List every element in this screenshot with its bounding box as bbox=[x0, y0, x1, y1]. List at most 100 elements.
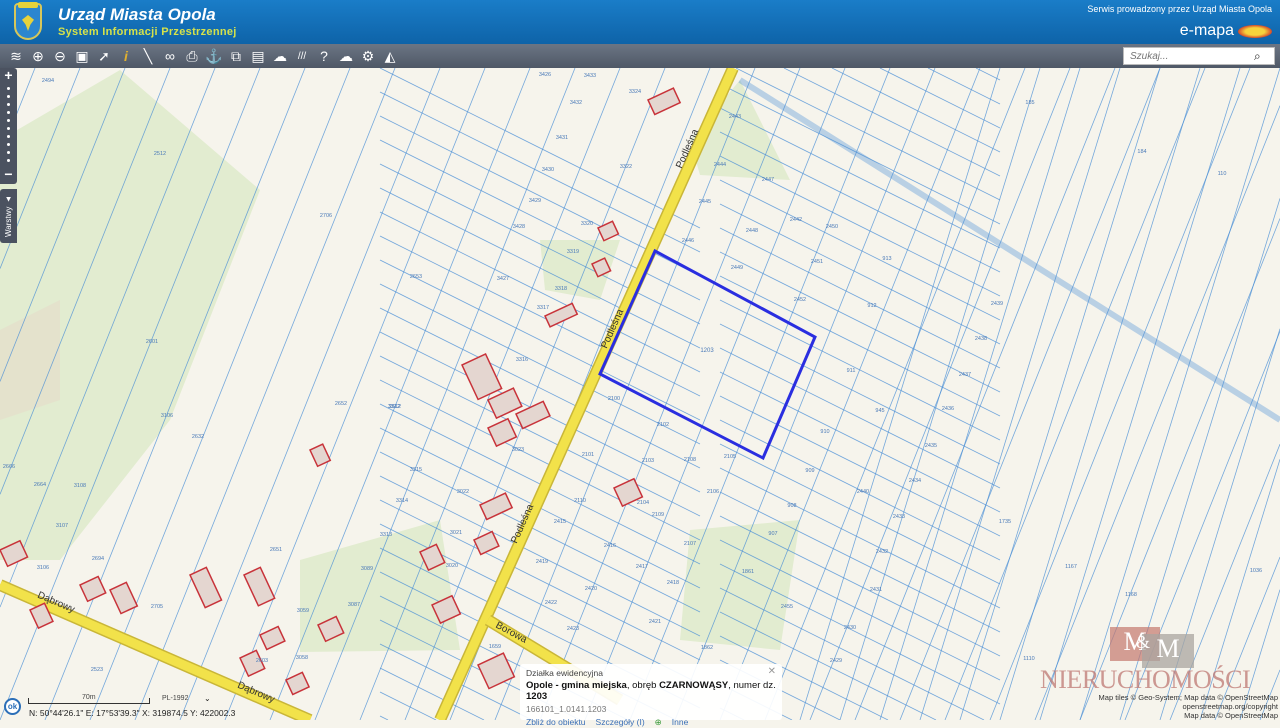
overlay-icon[interactable]: ⧉ bbox=[225, 45, 247, 67]
parcel-number-label: 2664 bbox=[34, 482, 46, 488]
app-subtitle: System Informacji Przestrzennej bbox=[58, 26, 237, 38]
layout-icon[interactable]: ▤ bbox=[247, 45, 269, 67]
parcel-number-label: 3320 bbox=[581, 221, 593, 227]
parcel-number-label: 945 bbox=[875, 408, 884, 414]
service-text: Serwis prowadzony przez Urząd Miasta Opo… bbox=[1087, 4, 1272, 14]
popup-close-icon[interactable]: ✕ bbox=[768, 666, 776, 677]
parcel-number-label: 2434 bbox=[909, 478, 921, 484]
zoom-slider[interactable]: + − bbox=[0, 68, 17, 184]
zoom-in-icon[interactable]: ⊕ bbox=[27, 45, 49, 67]
details-link[interactable]: Szczegóły (I) bbox=[596, 717, 645, 728]
parcel-number-label: 2601 bbox=[146, 339, 158, 345]
shape-icon[interactable]: ☁ bbox=[269, 45, 291, 67]
popup-parcel-description: Opole - gmina miejska, obręb CZARNOWĄSY,… bbox=[526, 680, 776, 702]
link-icon[interactable]: ∞ bbox=[159, 45, 181, 67]
parcel-number-label: 3317 bbox=[537, 305, 549, 311]
parcel-number-label: 910 bbox=[820, 429, 829, 435]
zoom-out-button[interactable]: − bbox=[0, 167, 17, 181]
parcel-number-label: 3315 bbox=[410, 467, 422, 473]
zoom-extent-icon[interactable]: ▣ bbox=[71, 45, 93, 67]
popup-heading: Działka ewidencyjna bbox=[526, 668, 604, 678]
toolbar: ≋ ⊕ ⊖ ▣ ➚ i ╲ ∞ ⎙ ⚓ ⧉ ▤ ☁///? ☁ ⚙ ◭ bbox=[0, 44, 1280, 68]
parcel-number-label: 2106 bbox=[707, 489, 719, 495]
parcel-number-label: 2451 bbox=[811, 259, 823, 265]
parcel-number-label: 2442 bbox=[790, 217, 802, 223]
parcel-number-label: 2415 bbox=[554, 519, 566, 525]
attribution-link[interactable]: openstreetmap.org/copyright bbox=[1099, 702, 1278, 711]
download-icon[interactable]: ⚓ bbox=[203, 45, 225, 67]
print-icon[interactable]: ⎙ bbox=[181, 45, 203, 67]
search-input[interactable] bbox=[1124, 50, 1254, 62]
ok-button[interactable]: ok bbox=[4, 698, 21, 715]
parcel-number-label: 185 bbox=[1025, 100, 1034, 106]
zoom-in-button[interactable]: + bbox=[0, 68, 17, 82]
parcel-number-label: 2417 bbox=[636, 564, 648, 570]
parcel-number-label: 2103 bbox=[642, 458, 654, 464]
watermark-text: NIERUCHOMOŚCI bbox=[1040, 665, 1251, 694]
parcel-number-label: 2437 bbox=[959, 372, 971, 378]
search-icon[interactable]: ⌕ bbox=[1254, 49, 1261, 64]
parcel-number-label: 2104 bbox=[637, 500, 649, 506]
parcel-number-label: 1659 bbox=[489, 644, 501, 650]
parcel-number-label: 1735 bbox=[999, 519, 1011, 525]
parcel-number-label: 1861 bbox=[742, 569, 754, 575]
parcel-number-label: 2439 bbox=[991, 301, 1003, 307]
scale-label: 70m bbox=[82, 694, 96, 701]
parcel-number-label: 2102 bbox=[657, 422, 669, 428]
select-arrow-icon[interactable]: ➚ bbox=[93, 45, 115, 67]
parcel-number-label: 2418 bbox=[667, 580, 679, 586]
search-box[interactable]: ⌕ bbox=[1123, 47, 1275, 65]
parcel-number-label: 2512 bbox=[154, 151, 166, 157]
parcel-number-label: 3059 bbox=[297, 608, 309, 614]
parcel-number-label: 2444 bbox=[714, 162, 726, 168]
parcel-number-label: 2101 bbox=[582, 452, 594, 458]
parcel-number-label: 2432 bbox=[876, 549, 888, 555]
parcel-number-label: 3108 bbox=[74, 483, 86, 489]
parcel-number-label: 3318 bbox=[555, 286, 567, 292]
parcel-number-label: 3427 bbox=[497, 276, 509, 282]
add-circle-icon[interactable]: ⊕ bbox=[655, 717, 662, 728]
parcel-number-label: 2652 bbox=[335, 401, 347, 407]
parcel-number-label: 3106 bbox=[161, 413, 173, 419]
parcel-number-label: 3023 bbox=[512, 447, 524, 453]
layers-panel-toggle[interactable]: Warstwy ▲ bbox=[0, 189, 17, 243]
parcel-number-label: 3314 bbox=[396, 498, 408, 504]
projection-select[interactable]: PL-1992 bbox=[162, 695, 188, 702]
parcel-number-label: 2632 bbox=[192, 434, 204, 440]
zoom-to-object-link[interactable]: Zbliż do obiektu bbox=[526, 717, 586, 728]
parcel-number-label: 3324 bbox=[629, 89, 641, 95]
parcel-number-label: 2455 bbox=[781, 604, 793, 610]
attribution-line: Map tiles © Geo-System; Map data © OpenS… bbox=[1098, 693, 1278, 702]
other-link[interactable]: Inne bbox=[672, 717, 689, 728]
parcel-number-label: 2653 bbox=[410, 274, 422, 280]
parcel-number-label: 2421 bbox=[649, 619, 661, 625]
parcel-number-label: 2105 bbox=[724, 454, 736, 460]
parcel-number-label: 908 bbox=[787, 503, 796, 509]
parcel-number-label: 3316 bbox=[516, 357, 528, 363]
cloud-icon[interactable]: ☁ bbox=[335, 45, 357, 67]
hatch-icon[interactable]: /// bbox=[291, 45, 313, 67]
parcel-number-label: 3087 bbox=[348, 602, 360, 608]
attribution-line: Map data © OpenStreetMap bbox=[1184, 711, 1278, 720]
help-icon[interactable]: ? bbox=[313, 45, 335, 67]
zoom-out-icon[interactable]: ⊖ bbox=[49, 45, 71, 67]
parcel-info-popup: Działka ewidencyjna Opole - gmina miejsk… bbox=[520, 664, 782, 727]
parcel-number-label: 2440 bbox=[857, 489, 869, 495]
sail-icon[interactable]: ◭ bbox=[379, 45, 401, 67]
parcel-number-label: 3107 bbox=[56, 523, 68, 529]
settings-icon[interactable]: ⚙ bbox=[357, 45, 379, 67]
map-canvas[interactable]: PodleśnaPodleśnaPodleśnaDąbrowyDąbrowyBo… bbox=[0, 68, 1280, 720]
emapa-brand[interactable]: e-mapa bbox=[1180, 22, 1234, 40]
status-bar: ok 70m PL-1992 ⌄ N: 50°44'26.1" E: 17°53… bbox=[0, 694, 300, 720]
watermark: M M & NIERUCHOMOŚCI bbox=[1040, 626, 1262, 702]
measure-icon[interactable]: ╲ bbox=[137, 45, 159, 67]
chevron-down-icon[interactable]: ⌄ bbox=[204, 694, 211, 703]
layers-icon[interactable]: ≋ bbox=[5, 45, 27, 67]
parcel-number-label: 2494 bbox=[42, 78, 54, 84]
parcel-number-label: 911 bbox=[847, 368, 856, 374]
info-icon[interactable]: i bbox=[115, 45, 137, 67]
parcel-number-label: 3431 bbox=[556, 135, 568, 141]
parcel-number-label: 3089 bbox=[361, 566, 373, 572]
parcel-number-label: 3021 bbox=[450, 530, 462, 536]
green-area bbox=[680, 520, 800, 650]
